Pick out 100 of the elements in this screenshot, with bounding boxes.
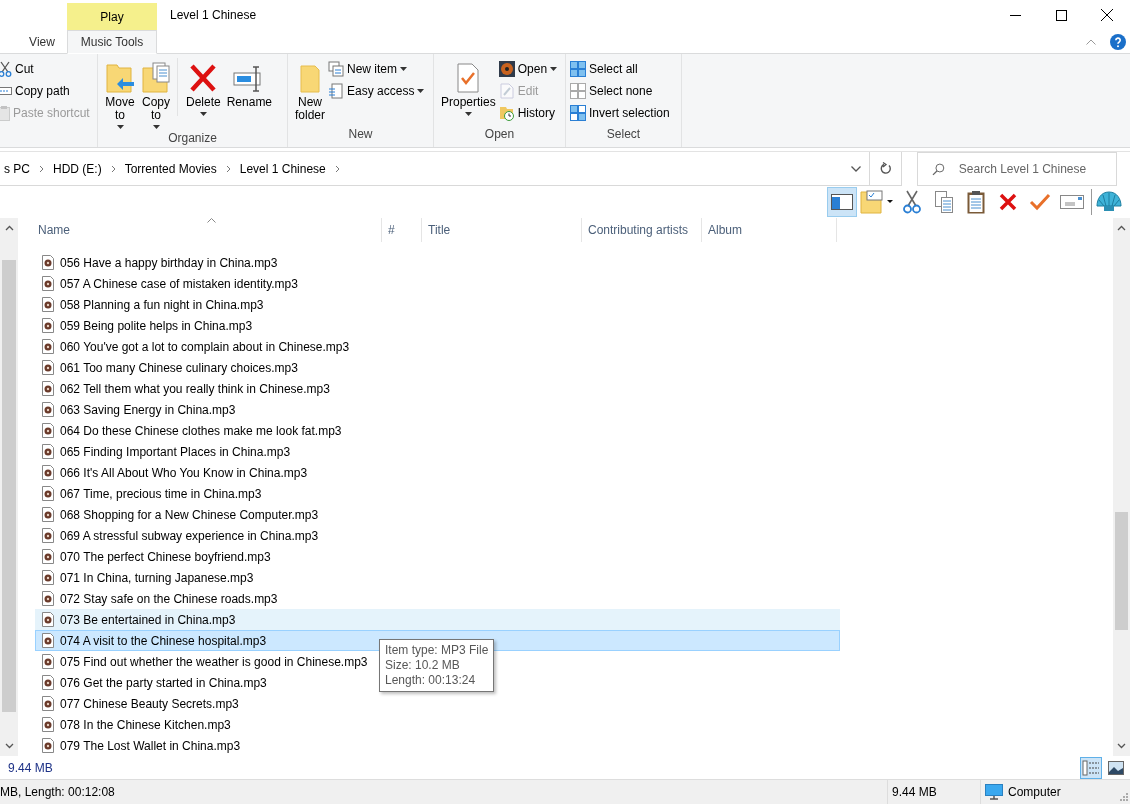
- chevron-icon[interactable]: [334, 164, 340, 173]
- file-name[interactable]: 062 Tell them what you really think in Chinese.mp3: [60, 381, 330, 396]
- file-name[interactable]: 067 Time, precious time in China.mp3: [60, 486, 262, 501]
- ribbon-button[interactable]: Open: [498, 58, 560, 80]
- help-icon[interactable]: [1110, 33, 1126, 50]
- grid-icon: [570, 61, 586, 77]
- address-bar[interactable]: s PC HDD (E:) Torrented Movies Level 1 Chinese: [0, 152, 870, 186]
- disc-icon: [498, 61, 515, 77]
- file-name[interactable]: 064 Do these Chinese clothes make me look fat.mp3: [60, 423, 342, 438]
- ribbon-button[interactable]: Cut: [0, 58, 36, 80]
- chevron-icon[interactable]: [39, 164, 44, 173]
- file-name[interactable]: 059 Being polite helps in China.mp3: [60, 318, 253, 333]
- file-name[interactable]: 075 Find out whether the weather is good in Chinese.mp3: [60, 654, 368, 669]
- search-field[interactable]: Search Level 1 Chinese: [958, 162, 1116, 176]
- audio-file-icon: [42, 276, 54, 291]
- audio-file-icon: [42, 528, 54, 543]
- toolbar-button[interactable]: [827, 187, 857, 217]
- audio-file-icon: [42, 612, 54, 627]
- scroll-down-icon[interactable]: [4, 743, 14, 749]
- collapse-ribbon-icon[interactable]: [1086, 38, 1096, 45]
- breadcrumb[interactable]: HDD (E:): [49, 161, 106, 176]
- ribbon-button[interactable]: Move to: [102, 58, 138, 129]
- delete-icon: [999, 193, 1017, 211]
- file-name[interactable]: 056 Have a happy birthday in China.mp3: [60, 255, 278, 270]
- chevron-icon[interactable]: [225, 164, 231, 173]
- ribbon-tab[interactable]: Music Tools: [67, 30, 157, 54]
- file-name[interactable]: 074 A visit to the Chinese hospital.mp3: [60, 633, 267, 648]
- refresh-button[interactable]: [870, 152, 902, 186]
- column-header[interactable]: Contributing artists: [582, 218, 702, 242]
- ribbon-button[interactable]: Invert selection: [570, 102, 672, 124]
- copy-icon: [935, 191, 953, 213]
- new-item-icon: [328, 61, 345, 77]
- dropdown-caret-icon: [464, 112, 472, 116]
- scroll-thumb[interactable]: [2, 260, 16, 712]
- group-label: Open: [483, 126, 516, 143]
- ribbon-button[interactable]: History: [498, 102, 560, 124]
- ribbon-button[interactable]: Copy to: [138, 58, 174, 129]
- chevron-icon[interactable]: [110, 164, 116, 173]
- new-folder-button[interactable]: New folder: [292, 58, 329, 122]
- column-header[interactable]: #: [382, 218, 422, 242]
- tooltip-line: Length: 00:13:24: [385, 673, 477, 688]
- scroll-up-icon[interactable]: [4, 225, 14, 231]
- file-name[interactable]: 066 It's All About Who You Know in China.mp3: [60, 465, 308, 480]
- audio-file-icon: [42, 465, 54, 480]
- grid-icon: [570, 83, 586, 99]
- easy-access-icon: [328, 83, 345, 99]
- scroll-thumb[interactable]: [1115, 512, 1128, 630]
- scissors-icon: [0, 61, 12, 77]
- scrollbar[interactable]: [0, 218, 18, 756]
- context-tab-header: Play: [67, 3, 157, 30]
- scissors-icon: [903, 190, 921, 214]
- file-name[interactable]: 079 The Lost Wallet in China.mp3: [60, 738, 241, 753]
- ribbon-button[interactable]: Delete: [177, 58, 224, 116]
- file-row-highlight[interactable]: 073 Be entertained in China.mp3: [35, 609, 840, 630]
- clipboard-icon: [967, 190, 985, 214]
- ribbon-button[interactable]: Select all: [570, 58, 640, 80]
- file-name[interactable]: 071 In China, turning Japanese.mp3: [60, 570, 254, 585]
- file-name[interactable]: 078 In the Chinese Kitchen.mp3: [60, 717, 231, 732]
- file-name[interactable]: 077 Chinese Beauty Secrets.mp3: [60, 696, 239, 711]
- ribbon-button[interactable]: Copy path: [0, 80, 72, 102]
- breadcrumb[interactable]: Level 1 Chinese: [235, 161, 330, 176]
- dropdown-icon[interactable]: [851, 165, 861, 172]
- column-header[interactable]: Name: [32, 218, 382, 242]
- ribbon-tab[interactable]: View: [17, 30, 67, 53]
- search-icon: [932, 162, 945, 176]
- file-name[interactable]: 072 Stay safe on the Chinese roads.mp3: [60, 591, 278, 606]
- file-name[interactable]: 065 Finding Important Places in China.mp3: [60, 444, 291, 459]
- file-name[interactable]: 073 Be entertained in China.mp3: [60, 612, 236, 627]
- column-header[interactable]: Title: [422, 218, 582, 242]
- scroll-down-icon[interactable]: [1117, 743, 1126, 749]
- scrollbar[interactable]: [1113, 218, 1130, 756]
- properties-button[interactable]: Properties: [438, 58, 499, 116]
- search-box[interactable]: Search Level 1 Chinese: [917, 152, 1117, 186]
- ribbon-button[interactable]: New item: [328, 58, 427, 80]
- file-name[interactable]: 069 A stressful subway experience in China.mp3: [60, 528, 319, 543]
- ribbon-button[interactable]: Select none: [570, 80, 655, 102]
- group-label: Select: [605, 126, 642, 143]
- ribbon-button[interactable]: Rename: [223, 58, 276, 109]
- file-name[interactable]: 058 Planning a fun night in China.mp3: [60, 297, 264, 312]
- file-name[interactable]: 057 A Chinese case of mistaken identity.mp3: [60, 276, 298, 291]
- computer-icon: [985, 784, 1003, 800]
- file-name[interactable]: 060 You've got a lot to complain about in Chinese.mp3: [60, 339, 350, 354]
- scroll-up-icon[interactable]: [1117, 225, 1126, 231]
- file-name[interactable]: 061 Too many Chinese culinary choices.mp3: [60, 360, 298, 375]
- audio-file-icon: [42, 297, 54, 312]
- edit-icon: [498, 83, 515, 99]
- group-label: New: [347, 126, 374, 143]
- details-view-icon: [1082, 759, 1100, 776]
- ribbon-button[interactable]: Easy access: [328, 80, 427, 102]
- file-name[interactable]: 068 Shopping for a New Chinese Computer.mp3: [60, 507, 319, 522]
- breadcrumb[interactable]: Torrented Movies: [120, 161, 221, 176]
- file-name[interactable]: 070 The perfect Chinese boyfriend.mp3: [60, 549, 271, 564]
- resize-grip-icon[interactable]: [1120, 793, 1128, 801]
- clipboard-icon: [0, 105, 10, 121]
- column-header[interactable]: Album: [702, 218, 837, 242]
- audio-file-icon: [42, 549, 54, 564]
- group-label: Organize: [167, 130, 218, 147]
- file-name[interactable]: 063 Saving Energy in China.mp3: [60, 402, 236, 417]
- breadcrumb[interactable]: s PC: [0, 161, 34, 176]
- file-name[interactable]: 076 Get the party started in China.mp3: [60, 675, 267, 690]
